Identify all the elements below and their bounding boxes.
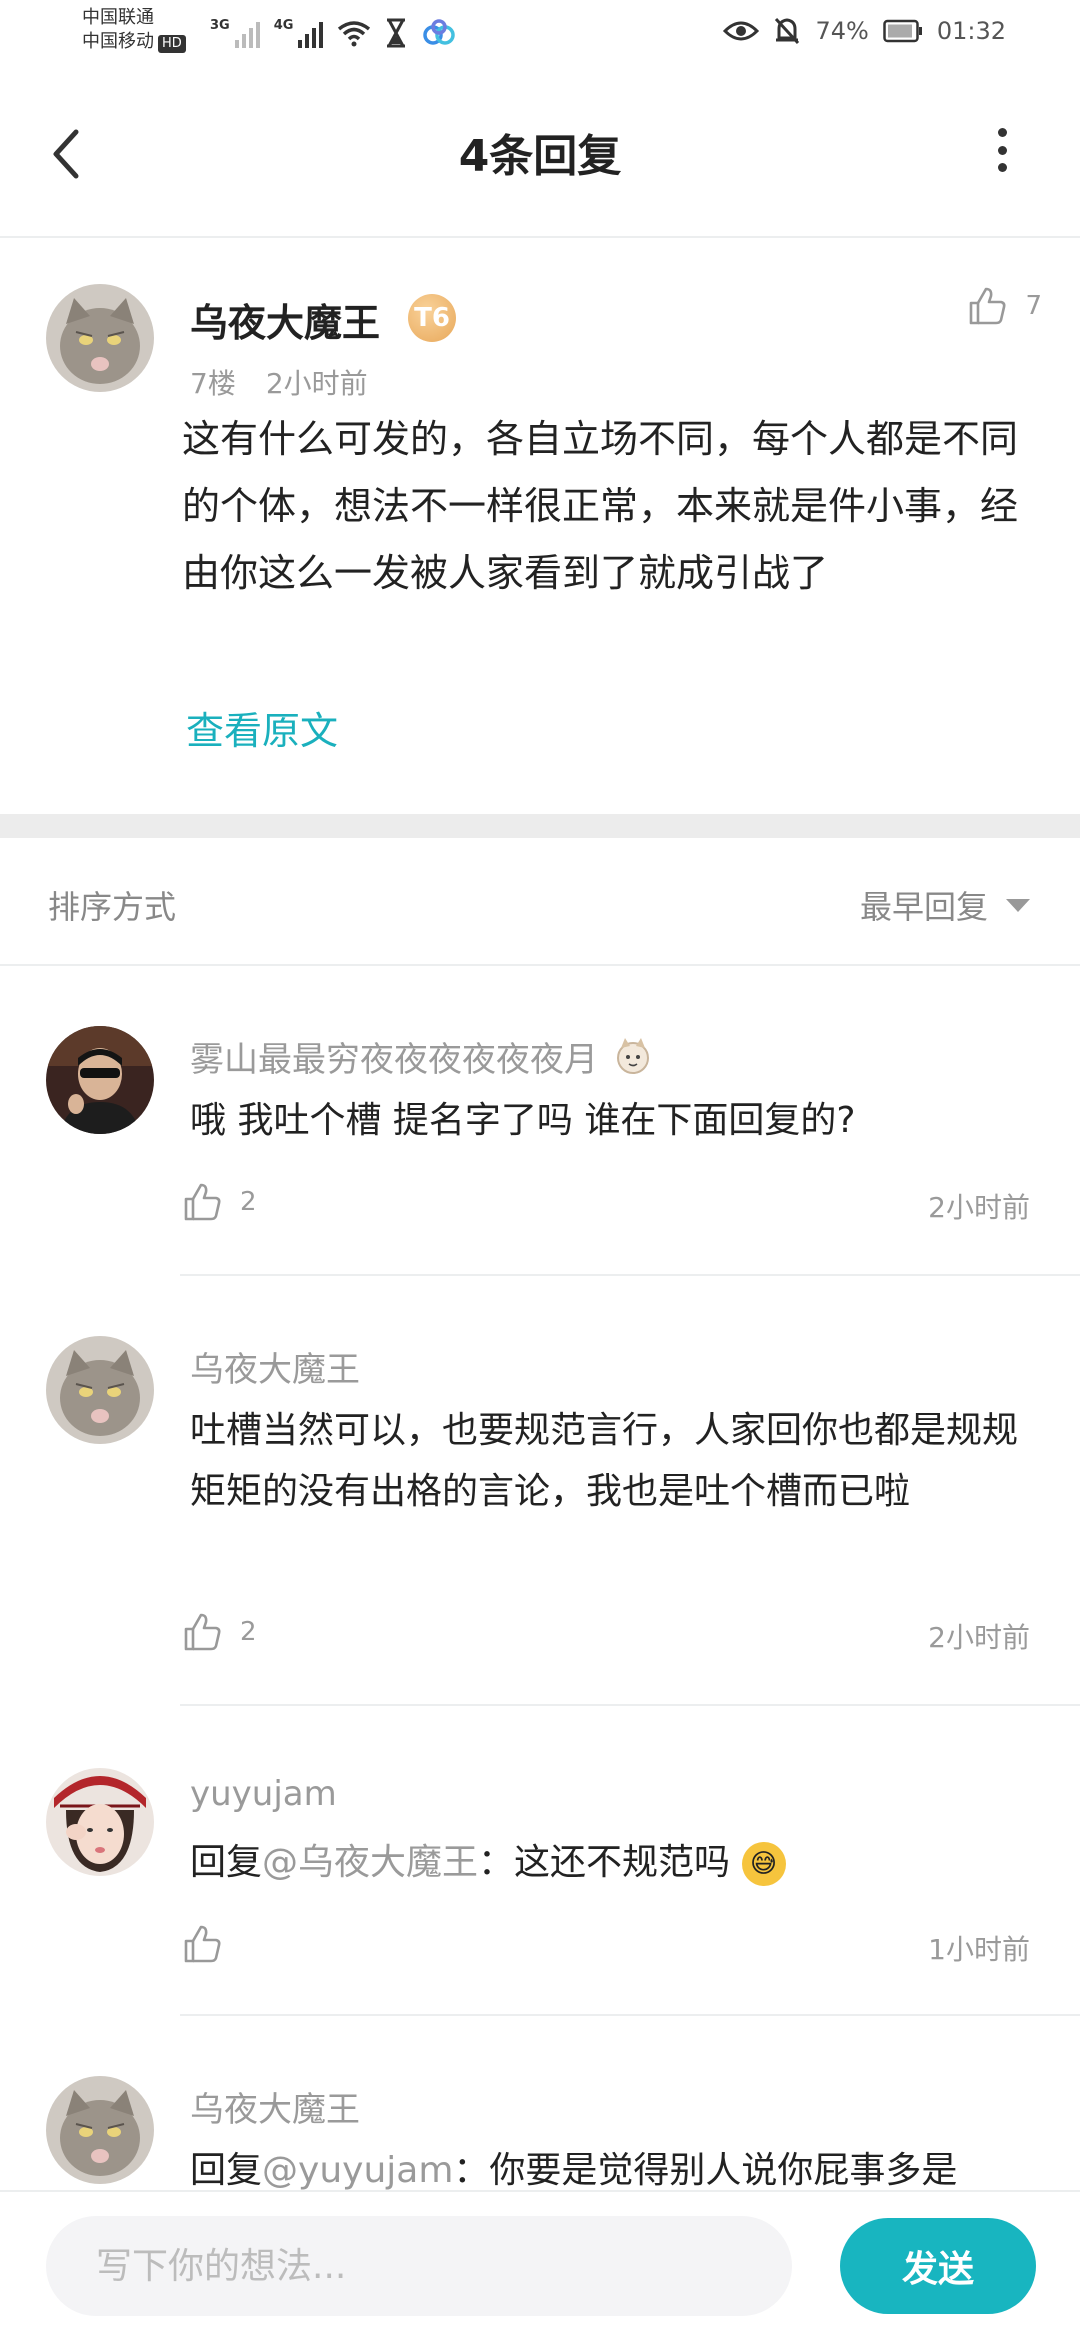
like-button[interactable]: 2 xyxy=(182,1182,257,1222)
more-vertical-icon xyxy=(997,128,1007,137)
comment-input-bar: 发送 xyxy=(0,2190,1080,2340)
thumbs-up-icon xyxy=(184,1613,221,1651)
like-button[interactable]: 2 xyxy=(182,1612,257,1652)
like-count: 2 xyxy=(240,1187,257,1217)
reply-item: yuyujam 回复@乌夜大魔王：这还不规范吗 😅 1小时前 xyxy=(0,1708,1080,2018)
reply-item: 乌夜大魔王 回复@yuyujam：你要是觉得别人说你屁事多是 xyxy=(0,2016,1080,2190)
reply-prefix: 回复 xyxy=(190,2150,263,2190)
reply-author[interactable]: 乌夜大魔王 xyxy=(190,1342,360,1391)
header: 4条回复 xyxy=(0,70,1080,238)
sort-dropdown[interactable]: 最早回复 xyxy=(860,882,1030,928)
signal-3g-icon: 3G xyxy=(210,18,260,48)
sort-label: 排序方式 xyxy=(48,888,177,926)
status-bar: 中国联通 中国移动 HD 3G 4G 74% 01:32 xyxy=(0,0,1080,70)
comment-meta: 7楼 2小时前 xyxy=(190,362,368,402)
comment-input[interactable] xyxy=(46,2216,792,2316)
bell-off-icon xyxy=(775,17,800,45)
battery-percent: 74% xyxy=(815,17,869,45)
like-count: 7 xyxy=(1025,291,1042,321)
carrier-2: 中国移动 xyxy=(82,31,154,52)
eye-icon xyxy=(723,21,760,41)
cat-avatar-image xyxy=(46,2076,154,2184)
original-comment: 乌夜大魔王 T6 7楼 2小时前 7 这有什么可发的，各自立场不同，每个人都是不同… xyxy=(0,240,1080,814)
sort-selected: 最早回复 xyxy=(859,888,988,926)
like-count: 2 xyxy=(240,1617,257,1647)
avatar[interactable] xyxy=(46,284,154,392)
reply-content: 回复@yuyujam：你要是觉得别人说你屁事多是 xyxy=(190,2140,1040,2190)
reply-content: 吐槽当然可以，也要规范言行，人家回你也都是规规矩矩的没有出格的言论，我也是吐个槽… xyxy=(190,1410,1019,1512)
network-icons: 3G 4G xyxy=(210,18,457,48)
level-badge: T6 xyxy=(408,294,456,342)
reply-text: ：这还不规范吗 xyxy=(478,1842,731,1883)
reply-time: 2小时前 xyxy=(928,1621,1030,1654)
person-avatar-image xyxy=(46,1026,154,1134)
cloud-sync-icon xyxy=(423,19,456,45)
avatar[interactable] xyxy=(46,1768,154,1876)
author-name[interactable]: 乌夜大魔王 xyxy=(190,292,380,347)
clock: 01:32 xyxy=(936,17,1006,45)
reply-time: 1小时前 xyxy=(928,1933,1030,1966)
send-button[interactable]: 发送 xyxy=(840,2218,1036,2314)
avatar[interactable] xyxy=(46,2076,154,2184)
more-options-button[interactable] xyxy=(996,128,1008,172)
comment-time: 2小时前 xyxy=(265,367,368,400)
mention-link[interactable]: @乌夜大魔王 xyxy=(262,1842,478,1883)
reply-text: ：你要是觉得别人说你屁事多是 xyxy=(453,2150,958,2190)
avatar[interactable] xyxy=(46,1026,154,1134)
avatar[interactable] xyxy=(46,1336,154,1444)
girl-avatar-image xyxy=(46,1768,154,1876)
section-separator xyxy=(0,814,1080,838)
carrier-info: 中国联通 中国移动 HD xyxy=(82,6,186,54)
floor-number: 7楼 xyxy=(190,367,236,400)
reply-item: 雾山最最穷夜夜夜夜夜夜月 哦 我吐个槽 提名字了吗 谁在下面回复的? 2 2小时… xyxy=(0,966,1080,1276)
thumbs-up-icon xyxy=(184,1183,221,1221)
sweat-smile-emoji-icon: 😅 xyxy=(741,1842,786,1886)
divider xyxy=(180,1704,1080,1706)
reply-prefix: 回复 xyxy=(190,1842,263,1883)
cat-avatar-image xyxy=(46,284,154,392)
hd-badge: HD xyxy=(158,35,186,53)
hourglass-icon xyxy=(387,18,406,48)
like-button[interactable] xyxy=(182,1924,240,1964)
comment-content: 这有什么可发的，各自立场不同，每个人都是不同的个体，想法不一样很正常，本来就是件… xyxy=(182,417,1019,595)
thumbs-up-icon xyxy=(970,287,1006,325)
page-title: 4条回复 xyxy=(458,131,622,182)
thumbs-up-icon xyxy=(184,1925,221,1963)
sort-bar: 排序方式 最早回复 xyxy=(0,838,1080,966)
mention-link[interactable]: @yuyujam xyxy=(262,2150,453,2190)
reply-author[interactable]: yuyujam xyxy=(190,1774,337,1814)
carrier-1: 中国联通 xyxy=(82,7,154,28)
wifi-icon xyxy=(338,21,371,47)
reply-content: 哦 我吐个槽 提名字了吗 谁在下面回复的? xyxy=(190,1100,856,1141)
reply-item: 乌夜大魔王 吐槽当然可以，也要规范言行，人家回你也都是规规矩矩的没有出格的言论，… xyxy=(0,1276,1080,1708)
reply-author[interactable]: 乌夜大魔王 xyxy=(190,2082,360,2131)
cat-avatar-image xyxy=(46,1336,154,1444)
cartoon-sticker-icon xyxy=(617,1037,649,1074)
view-original-link[interactable]: 查看原文 xyxy=(186,700,338,755)
like-button[interactable]: 7 xyxy=(967,286,1042,326)
dropdown-caret-icon xyxy=(1006,898,1030,912)
battery-icon xyxy=(883,19,922,43)
reply-author[interactable]: 雾山最最穷夜夜夜夜夜夜月 xyxy=(190,1032,654,1081)
system-icons: 74% 01:32 xyxy=(723,16,1006,46)
reply-content: 回复@乌夜大魔王：这还不规范吗 😅 xyxy=(190,1832,1040,1893)
reply-time: 2小时前 xyxy=(928,1191,1030,1224)
signal-4g-icon: 4G xyxy=(274,18,324,48)
